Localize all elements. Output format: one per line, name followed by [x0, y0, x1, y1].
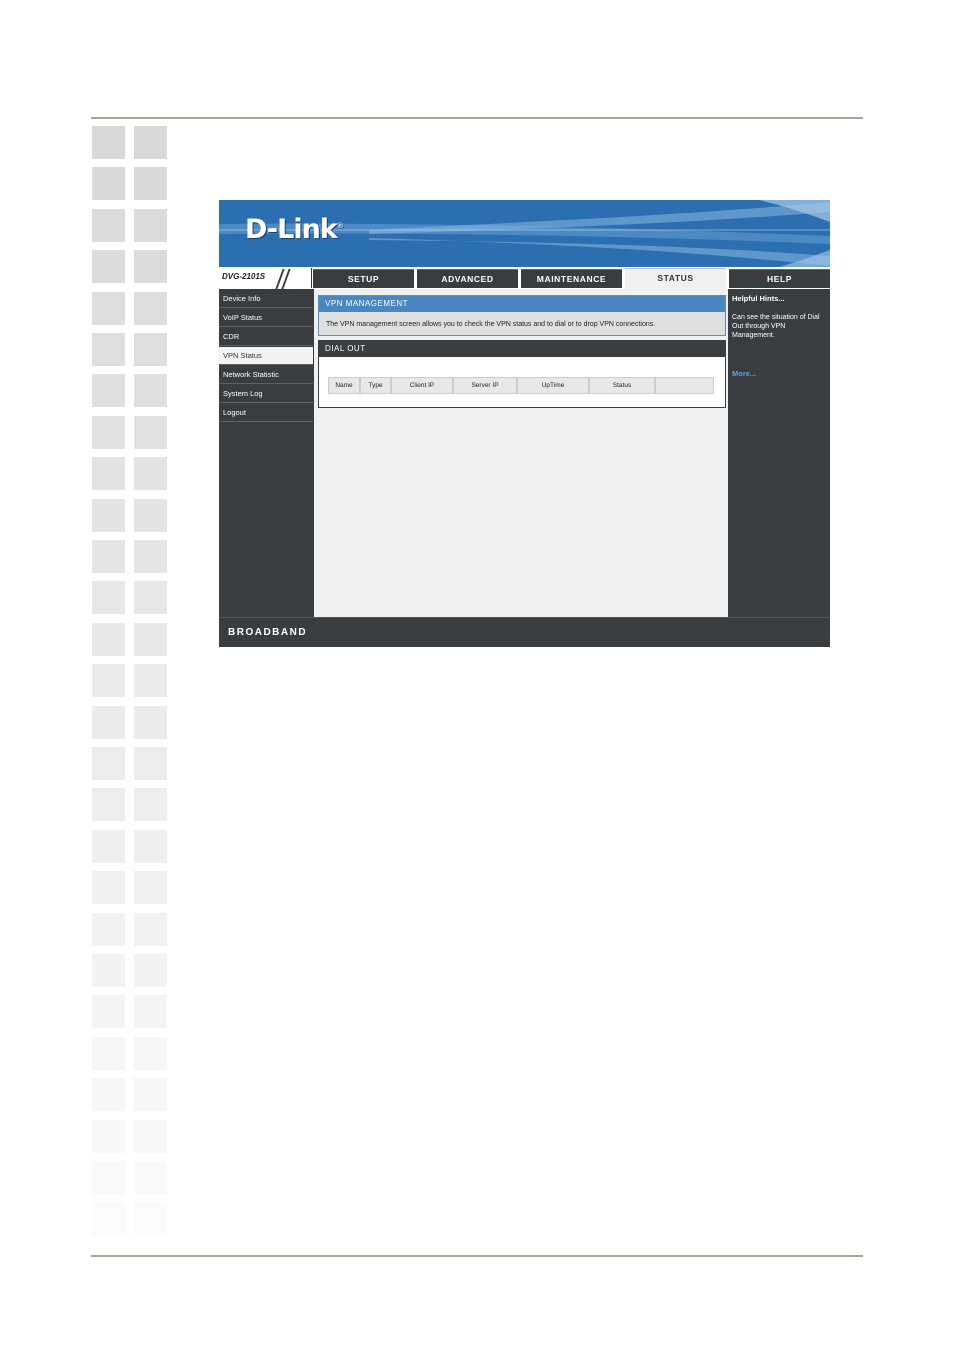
decorative-square [92, 457, 125, 491]
decorative-square [134, 622, 167, 656]
decorative-square [134, 954, 167, 987]
decorative-square [92, 333, 125, 366]
decorative-square [92, 788, 125, 822]
dial-out-table: Name Type Client IP Server IP UpTime Sta… [328, 377, 714, 394]
sidebar-item-device-info[interactable]: Device Info [219, 290, 313, 308]
decorative-square [134, 333, 167, 366]
page-bottom-rule [91, 1255, 863, 1257]
section-description: The VPN management screen allows you to … [326, 321, 656, 328]
decorative-square [134, 788, 167, 822]
decorative-square [134, 705, 167, 739]
hints-text: Can see the situation of Dial Out throug… [732, 314, 820, 339]
hints-title: Helpful Hints... [732, 294, 785, 303]
column-header-client-ip: Client IP [392, 378, 452, 393]
model-name: DVG-2101S [222, 272, 266, 281]
decorative-square [92, 995, 125, 1029]
column-header-server-ip: Server IP [454, 378, 516, 393]
decorative-square [92, 374, 125, 408]
decorative-square [134, 540, 167, 573]
decorative-square [134, 1078, 167, 1112]
decorative-square [92, 1161, 125, 1194]
decorative-square [92, 1202, 125, 1236]
decorative-square [134, 995, 167, 1029]
decorative-square [134, 1036, 167, 1070]
decorative-square [92, 829, 125, 863]
decorative-square [92, 208, 125, 242]
decorative-square [92, 1036, 125, 1070]
decorative-square [92, 664, 125, 698]
tab-help[interactable]: HELP [729, 269, 830, 288]
section-title: DIAL OUT [319, 341, 725, 357]
section-title: VPN MANAGEMENT [319, 296, 725, 312]
decorative-square [134, 912, 167, 946]
decorative-square [134, 457, 167, 491]
decorative-square [134, 829, 167, 863]
decorative-square [134, 374, 167, 408]
decorative-square [134, 581, 167, 615]
page-top-rule [91, 117, 863, 119]
sidebar-item-voip-status[interactable]: VoIP Status [219, 309, 313, 327]
decorative-square [134, 747, 167, 780]
decorative-square [92, 912, 125, 946]
decorative-square [92, 540, 125, 573]
tab-status[interactable]: STATUS [625, 268, 726, 290]
decorative-square [92, 581, 125, 615]
decorative-square-column [92, 126, 172, 1236]
decorative-square [134, 1161, 167, 1194]
router-web-ui-screenshot: D-Link® DVG-2101S SETUP ADVANCED MAINTEN… [219, 200, 830, 647]
decorative-square [92, 954, 125, 987]
footer-broadband-label: BROADBAND [228, 627, 308, 638]
decorative-square [92, 705, 125, 739]
top-navigation-bar: DVG-2101S SETUP ADVANCED MAINTENANCE STA… [219, 267, 830, 290]
decorative-square [134, 167, 167, 201]
sidebar-item-network-statistic[interactable]: Network Statistic [219, 366, 313, 384]
decorative-square [134, 498, 167, 532]
decorative-square [134, 1202, 167, 1236]
column-header-type: Type [361, 378, 390, 393]
footer-bar: BROADBAND [219, 617, 830, 647]
decorative-square [134, 415, 167, 449]
decorative-square [92, 1119, 125, 1153]
column-header-status: Status [590, 378, 654, 393]
model-label-box: DVG-2101S [219, 268, 312, 289]
vpn-management-section: VPN MANAGEMENT The VPN management screen… [318, 295, 726, 336]
decorative-square [134, 208, 167, 242]
helpful-hints-panel: Helpful Hints... Can see the situation o… [729, 289, 830, 617]
decorative-square [92, 747, 125, 780]
decorative-square [92, 1078, 125, 1112]
tab-setup[interactable]: SETUP [313, 269, 414, 288]
tab-advanced[interactable]: ADVANCED [417, 269, 518, 288]
decorative-square [92, 415, 125, 449]
dial-out-section: DIAL OUT Name Type Client IP Server IP U… [318, 340, 726, 408]
decorative-square [134, 126, 167, 159]
header-banner: D-Link® [219, 200, 830, 267]
decorative-square [134, 291, 167, 325]
decorative-square [92, 291, 125, 325]
decorative-square [92, 498, 125, 532]
sidebar-item-vpn-status[interactable]: VPN Status [219, 347, 313, 365]
decorative-square [92, 126, 125, 159]
column-header-uptime: UpTime [518, 378, 588, 393]
sidebar-item-logout[interactable]: Logout [219, 404, 313, 422]
more-link[interactable]: More... [732, 369, 756, 378]
decorative-square [134, 871, 167, 905]
sidebar-item-system-log[interactable]: System Log [219, 385, 313, 403]
column-header-name: Name [329, 378, 359, 393]
main-content: VPN MANAGEMENT The VPN management screen… [314, 289, 728, 617]
decorative-square [92, 167, 125, 201]
decorative-square [134, 1119, 167, 1153]
decorative-square [92, 622, 125, 656]
tab-maintenance[interactable]: MAINTENANCE [521, 269, 622, 288]
sidebar-item-cdr[interactable]: CDR [219, 328, 313, 346]
decorative-square [92, 250, 125, 284]
dlink-logo: D-Link® [245, 214, 344, 245]
sidebar: Device Info VoIP Status CDR VPN Status N… [219, 289, 313, 617]
decorative-square [134, 664, 167, 698]
decorative-square [134, 250, 167, 284]
column-header-action [656, 378, 713, 393]
decorative-square [92, 871, 125, 905]
